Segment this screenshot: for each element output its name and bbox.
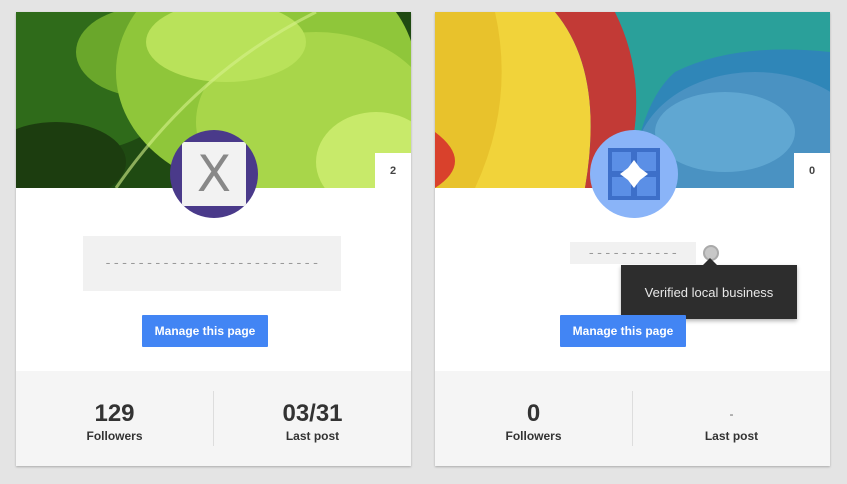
count-badge: 2 [375, 153, 411, 189]
manage-page-button[interactable]: Manage this page [560, 315, 686, 347]
last-post-date: - [729, 406, 734, 421]
avatar-placeholder-letter: X [182, 142, 246, 206]
followers-stat[interactable]: 129 Followers [16, 371, 213, 466]
page-card: 2 X -------------------------- Manage th… [16, 12, 411, 466]
page-name-placeholder: ----------- [570, 242, 696, 264]
followers-count: 0 [526, 399, 541, 427]
last-post-label: Last post [285, 428, 340, 443]
stats-bar: 129 Followers 03/31 Last post [16, 371, 411, 466]
verified-tooltip: Verified local business [621, 258, 797, 319]
followers-stat[interactable]: 0 Followers [435, 371, 632, 466]
followers-label: Followers [505, 428, 562, 443]
count-badge: 0 [794, 153, 830, 189]
page-card: 0 ----------- Verified local business Ma… [435, 12, 830, 466]
avatar[interactable] [590, 130, 678, 218]
local-business-icon [608, 148, 660, 200]
stats-bar: 0 Followers - Last post [435, 371, 830, 466]
followers-count: 129 [94, 399, 135, 427]
page-name-placeholder: -------------------------- [83, 236, 341, 291]
last-post-date: 03/31 [282, 399, 343, 427]
last-post-stat[interactable]: - Last post [633, 371, 830, 466]
manage-page-button[interactable]: Manage this page [142, 315, 268, 347]
last-post-stat[interactable]: 03/31 Last post [214, 371, 411, 466]
followers-label: Followers [86, 428, 143, 443]
last-post-label: Last post [704, 428, 759, 443]
avatar[interactable]: X [170, 130, 258, 218]
